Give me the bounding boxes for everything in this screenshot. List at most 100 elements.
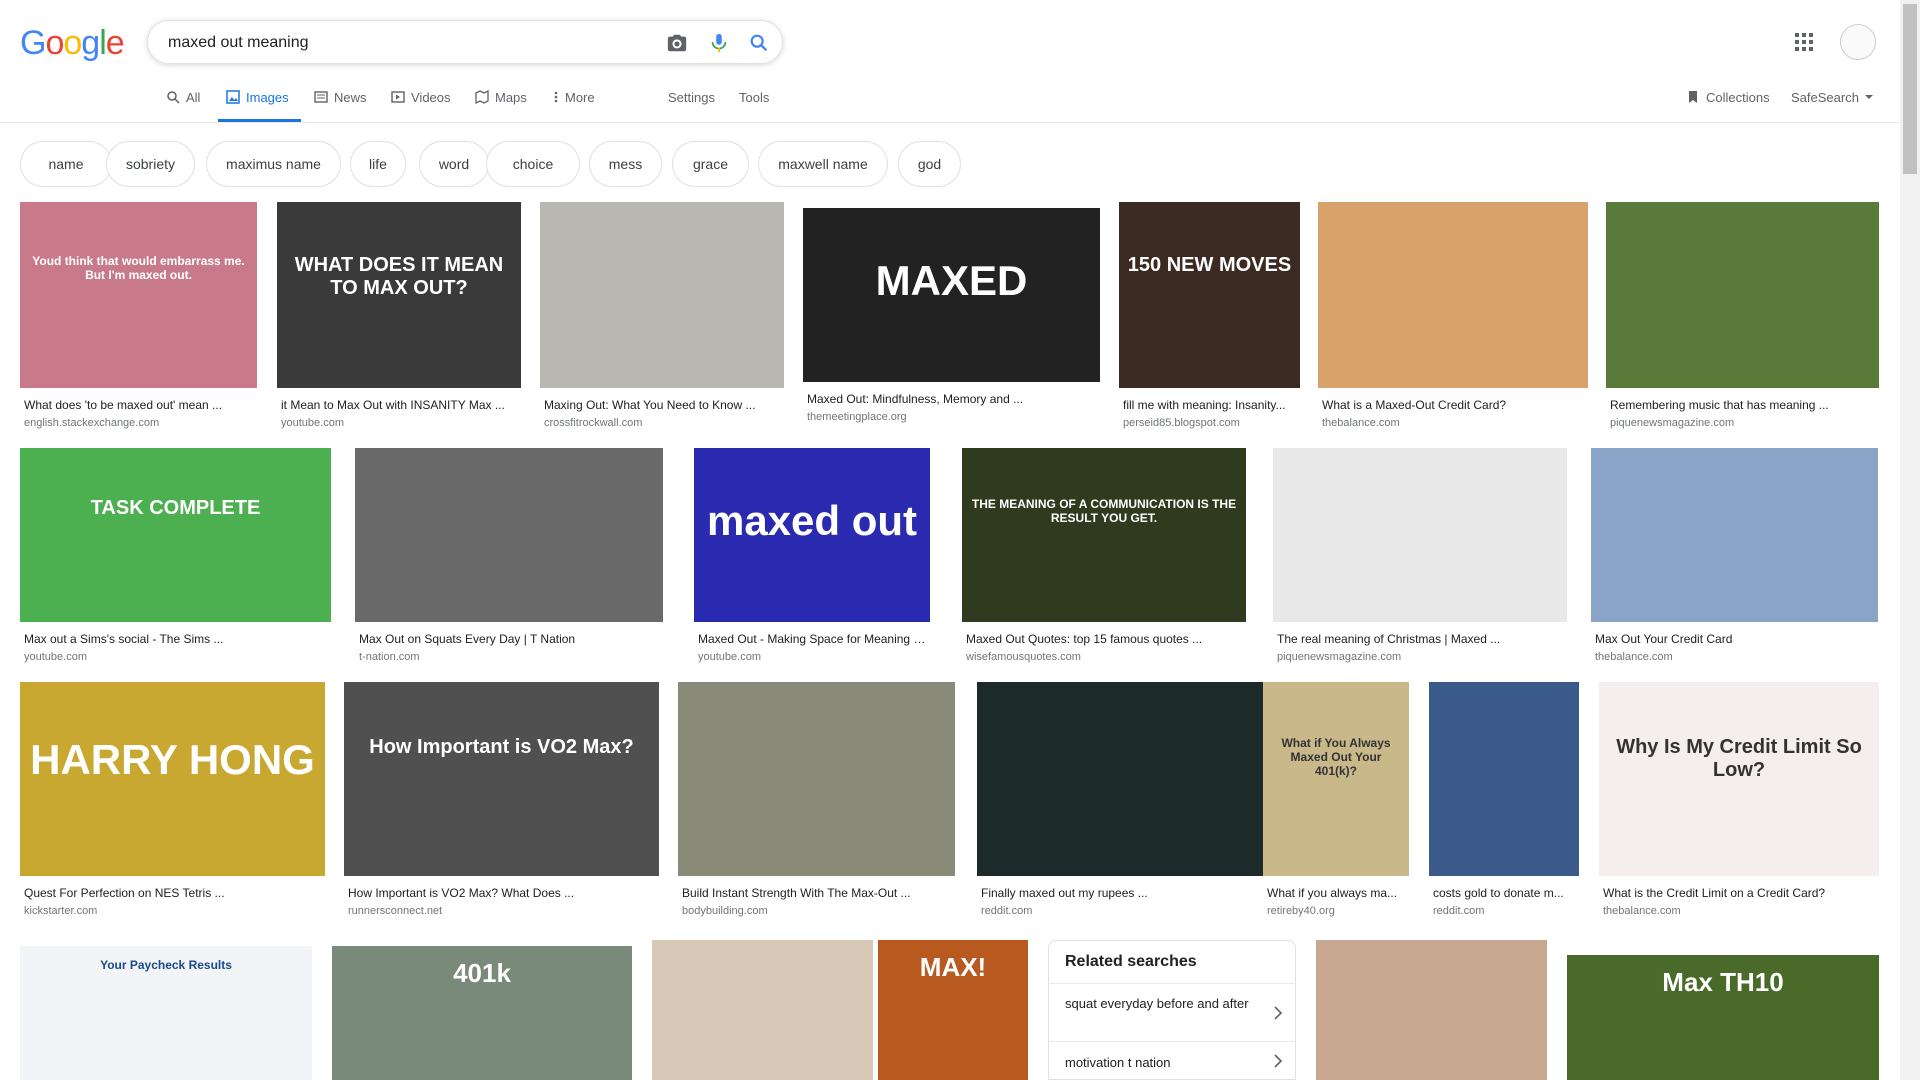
result-source[interactable]: youtube.com (24, 651, 327, 663)
result-thumbnail[interactable] (355, 448, 663, 622)
apps-grid-icon[interactable] (1795, 33, 1813, 51)
result-source[interactable]: piquenewsmagazine.com (1277, 651, 1563, 663)
image-result[interactable]: Remembering music that has meaning ... pi… (1606, 202, 1879, 434)
result-title[interactable]: How Important is VO2 Max? What Does ... (348, 886, 655, 900)
result-thumbnail[interactable]: WHAT DOES IT MEAN TO MAX OUT? (277, 202, 521, 388)
result-source[interactable]: youtube.com (698, 651, 926, 663)
result-title[interactable]: Maxing Out: What You Need to Know ... (544, 398, 780, 412)
result-thumbnail[interactable]: How Important is VO2 Max? (344, 682, 659, 876)
chip-sobriety[interactable]: sobriety (106, 141, 195, 187)
result-title[interactable]: Max Out Your Credit Card (1595, 632, 1874, 646)
result-source[interactable]: english.stackexchange.com (24, 417, 253, 429)
result-thumbnail[interactable] (1606, 202, 1879, 388)
image-result[interactable]: costs gold to donate m... reddit.com (1429, 682, 1579, 922)
chip-grace[interactable]: grace (672, 141, 749, 187)
chip-god[interactable]: god (898, 141, 961, 187)
result-title[interactable]: What does 'to be maxed out' mean ... (24, 398, 253, 412)
account-avatar[interactable] (1840, 24, 1876, 60)
result-title[interactable]: Quest For Perfection on NES Tetris ... (24, 886, 321, 900)
related-search-item[interactable]: motivation t nation (1049, 1041, 1295, 1079)
result-title[interactable]: What if you always ma... (1267, 886, 1405, 900)
scrollbar-thumb[interactable] (1903, 4, 1917, 174)
image-result[interactable]: What if You Always Maxed Out Your 401(k)… (1263, 682, 1409, 922)
result-thumbnail[interactable] (1591, 448, 1878, 622)
result-source[interactable]: bodybuilding.com (682, 905, 951, 917)
chip-maximus-name[interactable]: maximus name (206, 141, 341, 187)
chip-mess[interactable]: mess (589, 141, 662, 187)
result-thumbnail[interactable] (977, 682, 1275, 876)
result-thumbnail[interactable]: 150 NEW MOVES (1119, 202, 1300, 388)
tab-all[interactable]: All (166, 90, 200, 122)
result-title[interactable]: What is the Credit Limit on a Credit Car… (1603, 886, 1875, 900)
tools-link[interactable]: Tools (739, 90, 769, 122)
result-thumbnail[interactable] (1318, 202, 1588, 388)
image-result[interactable]: Max Out Your Credit Card thebalance.com (1591, 448, 1878, 668)
image-result[interactable]: MAXED Maxed Out: Mindfulness, Memory and … (803, 208, 1100, 428)
result-source[interactable]: kickstarter.com (24, 905, 321, 917)
chip-maxwell-name[interactable]: maxwell name (758, 141, 888, 187)
result-source[interactable]: crossfitrockwall.com (544, 417, 780, 429)
result-thumbnail[interactable]: THE MEANING OF A COMMUNICATION IS THE RE… (962, 448, 1246, 622)
result-thumbnail[interactable]: Your Paycheck Results (20, 946, 312, 1080)
related-search-item[interactable]: squat everyday before and after (1049, 983, 1295, 1042)
result-title[interactable]: Maxed Out: Mindfulness, Memory and ... (807, 392, 1096, 406)
settings-link[interactable]: Settings (668, 90, 715, 122)
result-thumbnail[interactable] (1273, 448, 1567, 622)
chip-choice[interactable]: choice (486, 141, 580, 187)
result-title[interactable]: Max Out on Squats Every Day | T Nation (359, 632, 659, 646)
page-scrollbar[interactable] (1900, 0, 1920, 1080)
tab-more[interactable]: More (553, 90, 595, 122)
image-result[interactable]: WHAT DOES IT MEAN TO MAX OUT? it Mean to … (277, 202, 521, 434)
result-title[interactable]: Remembering music that has meaning ... (1610, 398, 1875, 412)
image-result[interactable]: maxed out Maxed Out - Making Space for Me… (694, 448, 930, 668)
safesearch-dropdown[interactable]: SafeSearch (1791, 90, 1873, 122)
result-source[interactable]: thebalance.com (1322, 417, 1584, 429)
result-source[interactable]: t-nation.com (359, 651, 659, 663)
search-input[interactable] (166, 31, 620, 55)
result-source[interactable]: reddit.com (981, 905, 1271, 917)
tab-maps[interactable]: Maps (475, 90, 527, 122)
result-title[interactable]: fill me with meaning: Insanity... (1123, 398, 1296, 412)
result-title[interactable]: Maxed Out - Making Space for Meaning i..… (698, 632, 926, 646)
result-title[interactable]: The real meaning of Christmas | Maxed ..… (1277, 632, 1563, 646)
image-result[interactable]: Build Instant Strength With The Max-Out … (678, 682, 955, 922)
image-result[interactable]: How Important is VO2 Max? How Important i… (344, 682, 659, 922)
result-thumbnail[interactable]: TASK COMPLETE (20, 448, 331, 622)
image-result[interactable]: HARRY HONG Quest For Perfection on NES Te… (20, 682, 325, 922)
result-source[interactable]: reddit.com (1433, 905, 1575, 917)
result-title[interactable]: Max out a Sims's social - The Sims ... (24, 632, 327, 646)
result-source[interactable]: thebalance.com (1603, 905, 1875, 917)
camera-icon[interactable] (666, 32, 688, 54)
result-source[interactable]: wisefamousquotes.com (966, 651, 1242, 663)
image-result[interactable]: THE MEANING OF A COMMUNICATION IS THE RE… (962, 448, 1246, 668)
result-thumbnail[interactable]: MAX! (878, 940, 1028, 1080)
search-box[interactable] (147, 20, 783, 64)
result-thumbnail[interactable]: HARRY HONG (20, 682, 325, 876)
result-thumbnail[interactable]: maxed out (694, 448, 930, 622)
result-source[interactable]: runnersconnect.net (348, 905, 655, 917)
result-thumbnail[interactable]: Why Is My Credit Limit So Low? (1599, 682, 1879, 876)
result-source[interactable]: perseid85.blogspot.com (1123, 417, 1296, 429)
result-thumbnail[interactable] (678, 682, 955, 876)
result-source[interactable]: piquenewsmagazine.com (1610, 417, 1875, 429)
tab-images[interactable]: Images (226, 90, 289, 122)
image-result[interactable]: Maxing Out: What You Need to Know ... cro… (540, 202, 784, 434)
result-title[interactable]: Build Instant Strength With The Max-Out … (682, 886, 951, 900)
image-result[interactable]: What is a Maxed-Out Credit Card? thebalan… (1318, 202, 1588, 434)
result-thumbnail[interactable] (1316, 940, 1547, 1080)
result-source[interactable]: themeetingplace.org (807, 411, 1096, 423)
image-result[interactable]: Finally maxed out my rupees ... reddit.co… (977, 682, 1275, 922)
chip-name[interactable]: name (20, 141, 112, 187)
image-result[interactable]: 150 NEW MOVES fill me with meaning: Insan… (1119, 202, 1300, 434)
image-result[interactable]: Max Out on Squats Every Day | T Nation t-… (355, 448, 663, 668)
result-source[interactable]: youtube.com (281, 417, 517, 429)
result-title[interactable]: it Mean to Max Out with INSANITY Max ... (281, 398, 517, 412)
result-thumbnail[interactable]: MAXED (803, 208, 1100, 382)
result-thumbnail[interactable] (1429, 682, 1579, 876)
tab-news[interactable]: News (314, 90, 367, 122)
result-title[interactable]: costs gold to donate m... (1433, 886, 1575, 900)
image-result[interactable]: The real meaning of Christmas | Maxed ..… (1273, 448, 1567, 668)
result-thumbnail[interactable]: Youd think that would embarrass me. But … (20, 202, 257, 388)
image-result[interactable]: Youd think that would embarrass me. But … (20, 202, 257, 434)
google-logo[interactable]: Google (20, 24, 125, 63)
